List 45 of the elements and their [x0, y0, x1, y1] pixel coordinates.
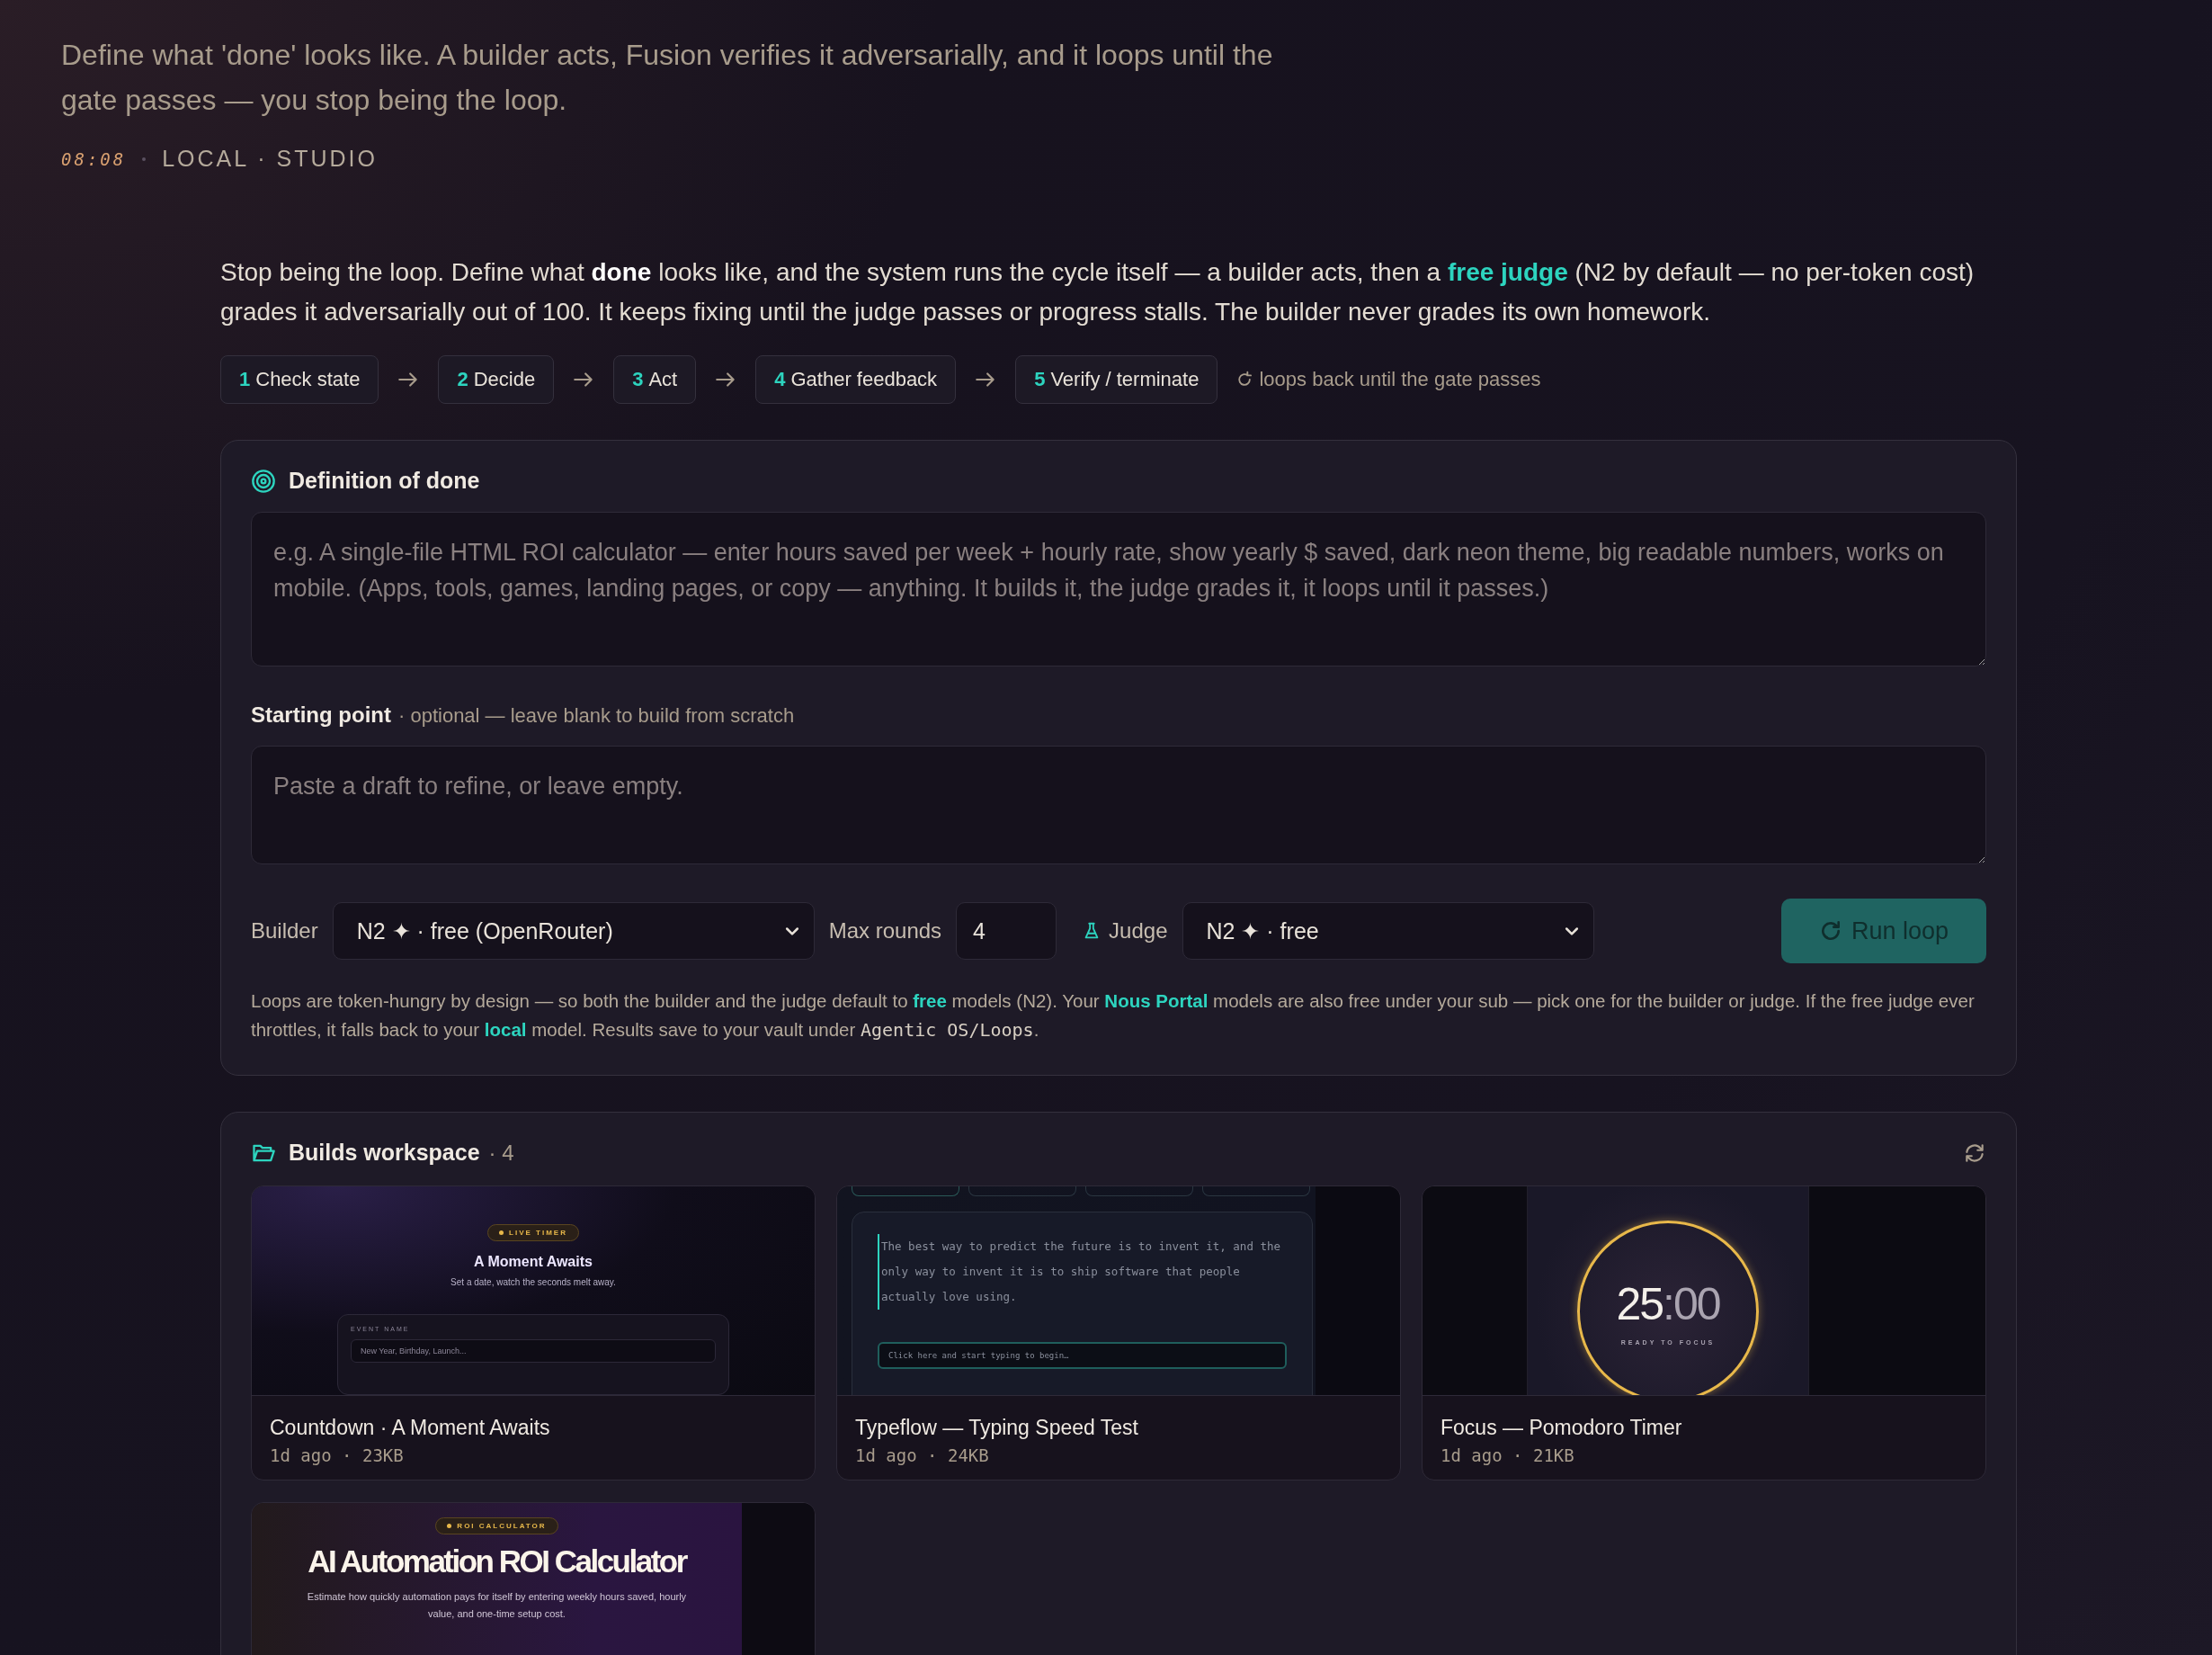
info-note: Loops are token-hungry by design — so both the builder and the judge default to free models (N2). Your Nous Portal models are also free under your sub — pick one for the builder or judge. If the free judge ever throttles, it falls back to your local model. Results save to your vault under Agentic OS/Loops. — [251, 989, 1976, 1042]
build-title: Countdown · A Moment Awaits — [270, 1416, 551, 1440]
preview-timer: 25:00 — [1616, 1277, 1720, 1330]
preview-heading: AI Automation ROI Calculator — [308, 1543, 686, 1579]
definition-field[interactable]: e.g. A single-file HTML ROI calculator — enter hours saved per week + hourly rate, show yearly $ saved, dark neon theme, big readable numbers, works on mobile. (Apps, tools, games, landing pages, or copy — anything. It builds it, the judge grades it, it loops until it passes.) — [251, 512, 1986, 666]
step-chip: 4 Gather feedback — [755, 355, 957, 404]
live-badge: LIVE TIMER — [487, 1224, 579, 1241]
max-rounds-label: Max rounds — [828, 918, 942, 944]
preview-passage: The best way to predict the future is to invent it, and the only way to invent it is to ship software that people actually love using. — [878, 1234, 1287, 1310]
build-meta: 1d ago · 21KB — [1440, 1445, 1575, 1465]
field-hint: · optional — leave blank to build from scratch — [398, 704, 795, 728]
build-card[interactable]: ROI CALCULATOR AI Automation ROI Calculator Estimate how quickly automation pays for itself by entering weekly hours saved, hourly value, and one-time setup cost. — [251, 1502, 816, 1655]
step-chip: 1 Check state — [220, 355, 379, 404]
judge-select[interactable]: N2 ✦ · free — [1182, 902, 1594, 960]
intro-paragraph: Stop being the loop. Define what done looks like, and the system runs the cycle itself — a builder acts, then a free judge (N2 by default — no per-token cost) grades it adversarially out of 100. It keeps fixing until the judge passes or progress stalls. The builder never grades its own homework. — [220, 257, 1976, 327]
build-count: · 4 — [488, 1140, 514, 1166]
preview-input-field: New Year, Birthday, Launch... — [351, 1339, 716, 1363]
loop-icon — [1235, 371, 1254, 389]
preview-tagline: Set a date, watch the seconds melt away. — [450, 1277, 616, 1287]
build-title: Focus — Pomodoro Timer — [1440, 1416, 1683, 1440]
preview-heading: A Moment Awaits — [474, 1254, 593, 1270]
card-title: Definition of done — [289, 468, 480, 494]
step-chip: 5 Verify / terminate — [1015, 355, 1218, 404]
build-meta: 1d ago · 23KB — [270, 1445, 405, 1465]
preview-badge: ROI CALCULATOR — [435, 1517, 558, 1534]
card-title: Builds workspace — [289, 1140, 480, 1166]
loop-note: loops back until the gate passes — [1259, 368, 1541, 391]
max-rounds-field[interactable]: 4 — [956, 902, 1057, 960]
build-card[interactable] — [836, 1185, 1401, 1481]
preview-input-field: Click here and start typing to begin… — [878, 1342, 1287, 1369]
preview-description: Estimate how quickly automation pays for itself by entering weekly hours saved, hourly value, and one-time setup cost. — [306, 1590, 688, 1621]
starting-point-field[interactable]: Paste a draft to refine, or leave empty. — [251, 746, 1986, 864]
target-icon — [251, 468, 276, 494]
page-subtitle: Define what 'done' looks like. A builder acts, Fusion verifies it adversarially, and it loops until the gate passes — you stop being the loop. — [61, 38, 1274, 118]
step-chip: 3 Act — [613, 355, 697, 404]
step-chip: 2 Decide — [438, 355, 555, 404]
field-label: Starting point — [251, 702, 391, 728]
build-title: Typeflow — Typing Speed Test — [855, 1416, 1139, 1440]
location-label: LOCAL · STUDIO — [162, 146, 378, 172]
builder-label: Builder — [251, 918, 318, 944]
build-meta: 1d ago · 24KB — [855, 1445, 990, 1465]
builder-select[interactable]: N2 ✦ · free (OpenRouter) — [332, 902, 815, 960]
separator-dot — [142, 157, 147, 161]
clock-time: 08:08 — [61, 148, 127, 169]
judge-label: Judge — [1109, 918, 1168, 944]
